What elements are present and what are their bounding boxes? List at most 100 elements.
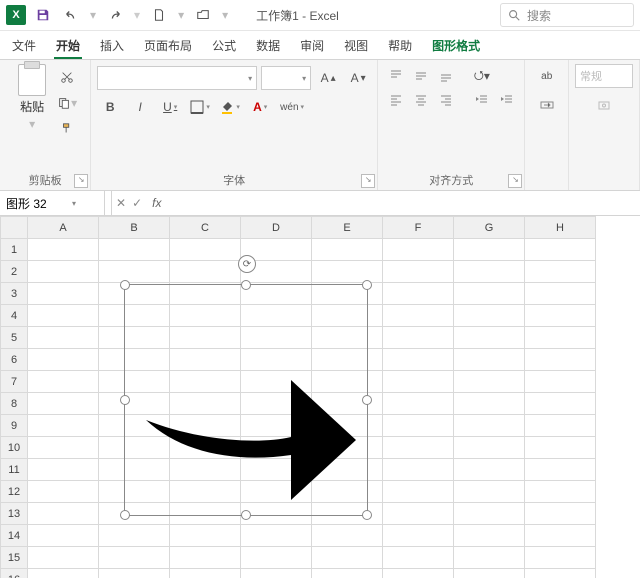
cell-G13[interactable] [454, 503, 525, 525]
format-painter-button[interactable] [56, 118, 78, 140]
cell-A8[interactable] [28, 393, 99, 415]
cell-G10[interactable] [454, 437, 525, 459]
cell-E2[interactable] [312, 261, 383, 283]
cell-G7[interactable] [454, 371, 525, 393]
cell-A3[interactable] [28, 283, 99, 305]
cell-H10[interactable] [525, 437, 596, 459]
fx-icon[interactable]: fx [148, 196, 165, 210]
cell-B14[interactable] [99, 525, 170, 547]
cell-H8[interactable] [525, 393, 596, 415]
col-header-C[interactable]: C [170, 217, 241, 239]
cell-H7[interactable] [525, 371, 596, 393]
tab-layout[interactable]: 页面布局 [142, 33, 194, 59]
cell-F8[interactable] [383, 393, 454, 415]
italic-button[interactable]: I [127, 96, 153, 118]
cell-F10[interactable] [383, 437, 454, 459]
border-button[interactable]: ▾ [187, 96, 213, 118]
tab-data[interactable]: 数据 [254, 33, 282, 59]
font-launcher[interactable]: ↘ [361, 174, 375, 188]
align-middle-button[interactable] [411, 66, 431, 86]
cell-A16[interactable] [28, 569, 99, 578]
select-all-corner[interactable] [1, 217, 28, 239]
resize-handle-nw[interactable] [120, 280, 130, 290]
cell-F13[interactable] [383, 503, 454, 525]
currency-button[interactable] [591, 94, 617, 116]
orientation-button[interactable]: ⭯▾ [472, 66, 492, 86]
cell-A11[interactable] [28, 459, 99, 481]
row-header-13[interactable]: 13 [1, 503, 28, 525]
cell-H1[interactable] [525, 239, 596, 261]
cell-H4[interactable] [525, 305, 596, 327]
indent-increase-button[interactable] [497, 90, 517, 110]
cell-G1[interactable] [454, 239, 525, 261]
cell-G9[interactable] [454, 415, 525, 437]
cell-E16[interactable] [312, 569, 383, 578]
col-header-G[interactable]: G [454, 217, 525, 239]
row-header-10[interactable]: 10 [1, 437, 28, 459]
cell-G6[interactable] [454, 349, 525, 371]
cell-H13[interactable] [525, 503, 596, 525]
undo-icon[interactable] [60, 4, 82, 26]
formula-bar[interactable] [169, 191, 640, 215]
cell-F15[interactable] [383, 547, 454, 569]
col-header-H[interactable]: H [525, 217, 596, 239]
alignment-launcher[interactable]: ↘ [508, 174, 522, 188]
cell-C2[interactable] [170, 261, 241, 283]
cut-button[interactable] [56, 66, 78, 88]
resize-handle-sw[interactable] [120, 510, 130, 520]
save-icon[interactable] [32, 4, 54, 26]
row-header-5[interactable]: 5 [1, 327, 28, 349]
cell-F3[interactable] [383, 283, 454, 305]
row-header-1[interactable]: 1 [1, 239, 28, 261]
cell-D14[interactable] [241, 525, 312, 547]
cell-A2[interactable] [28, 261, 99, 283]
redo-icon[interactable] [104, 4, 126, 26]
qat-customize-icon[interactable]: ▾ [220, 8, 230, 22]
cell-B15[interactable] [99, 547, 170, 569]
cell-G3[interactable] [454, 283, 525, 305]
row-header-11[interactable]: 11 [1, 459, 28, 481]
paste-button[interactable]: 粘贴 ▾ [12, 64, 52, 131]
cell-C14[interactable] [170, 525, 241, 547]
fill-color-button[interactable]: ▾ [217, 96, 243, 118]
row-header-12[interactable]: 12 [1, 481, 28, 503]
tab-formulas[interactable]: 公式 [210, 33, 238, 59]
cell-A13[interactable] [28, 503, 99, 525]
cell-D15[interactable] [241, 547, 312, 569]
resize-handle-w[interactable] [120, 395, 130, 405]
row-header-16[interactable]: 16 [1, 569, 28, 578]
align-center-button[interactable] [411, 90, 431, 110]
cell-G2[interactable] [454, 261, 525, 283]
clipboard-launcher[interactable]: ↘ [74, 174, 88, 188]
font-name-combo[interactable]: ▾ [97, 66, 257, 90]
cell-G4[interactable] [454, 305, 525, 327]
cell-H12[interactable] [525, 481, 596, 503]
font-color-button[interactable]: A▾ [247, 96, 273, 118]
cell-H9[interactable] [525, 415, 596, 437]
name-box[interactable]: ▾ [0, 191, 105, 215]
cell-F14[interactable] [383, 525, 454, 547]
align-left-button[interactable] [386, 90, 406, 110]
row-header-7[interactable]: 7 [1, 371, 28, 393]
row-header-3[interactable]: 3 [1, 283, 28, 305]
open-file-icon[interactable] [192, 4, 214, 26]
cell-F16[interactable] [383, 569, 454, 578]
cell-C16[interactable] [170, 569, 241, 578]
wrap-text-button[interactable]: ab [533, 64, 561, 88]
cell-H15[interactable] [525, 547, 596, 569]
tab-view[interactable]: 视图 [342, 33, 370, 59]
arrow-shape-icon[interactable] [125, 285, 367, 515]
tab-help[interactable]: 帮助 [386, 33, 414, 59]
row-header-6[interactable]: 6 [1, 349, 28, 371]
cell-F9[interactable] [383, 415, 454, 437]
cell-B2[interactable] [99, 261, 170, 283]
cell-A10[interactable] [28, 437, 99, 459]
name-box-dropdown-icon[interactable]: ▾ [72, 199, 76, 208]
cancel-formula-icon[interactable]: ✕ [116, 196, 126, 210]
bold-button[interactable]: B [97, 96, 123, 118]
formula-input[interactable] [169, 191, 640, 215]
col-header-B[interactable]: B [99, 217, 170, 239]
number-format-combo[interactable]: 常规 [575, 64, 633, 88]
worksheet-area[interactable]: ABCDEFGH12345678910111213141516 ⟳ [0, 216, 640, 578]
copy-button[interactable]: ▾ [56, 92, 78, 114]
